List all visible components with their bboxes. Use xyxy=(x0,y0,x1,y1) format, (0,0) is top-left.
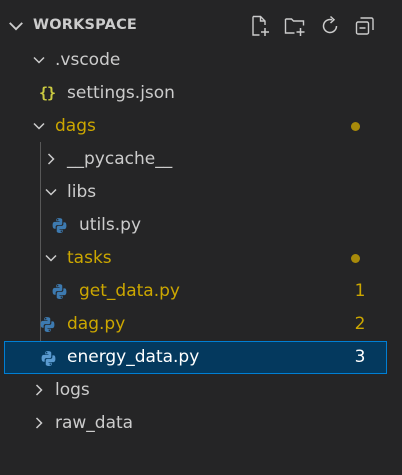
modified-indicator xyxy=(351,254,360,263)
tree-item-label: __pycache__ xyxy=(67,149,173,169)
tree-item-label: libs xyxy=(67,182,97,202)
tree-item-dags[interactable]: dags xyxy=(0,110,402,143)
chevron-right-icon xyxy=(35,384,43,396)
tree-item-label: tasks xyxy=(67,248,112,268)
tree-item-logs[interactable]: logs xyxy=(0,374,402,407)
collapse-all-icon[interactable] xyxy=(353,14,377,38)
workspace-title: WORKSPACE xyxy=(33,17,138,33)
chevron-right-icon xyxy=(35,417,43,429)
workspace-header[interactable]: WORKSPACE xyxy=(0,10,402,42)
chevron-down-icon[interactable] xyxy=(6,16,26,36)
chevron-down-icon xyxy=(33,122,45,130)
chevron-down-icon xyxy=(45,254,57,262)
tree-item-vscode[interactable]: .vscode xyxy=(0,44,402,77)
tree-item-libs[interactable]: libs xyxy=(0,176,402,209)
chevron-right-icon xyxy=(47,153,55,165)
tree-item-dag-py[interactable]: dag.py 2 xyxy=(0,308,402,341)
tree-item-label: dag.py xyxy=(67,314,126,334)
new-folder-icon[interactable] xyxy=(283,14,307,38)
problem-count-badge: 2 xyxy=(354,314,366,334)
tree-item-label: dags xyxy=(55,116,96,136)
chevron-down-icon xyxy=(33,56,45,64)
tree-item-label: raw_data xyxy=(55,413,134,433)
python-icon xyxy=(52,218,67,233)
python-icon xyxy=(52,284,67,299)
json-icon: {} xyxy=(39,84,56,102)
problem-count-badge: 1 xyxy=(354,281,366,301)
tree-item-utils-py[interactable]: utils.py xyxy=(0,209,402,242)
tree-item-label: .vscode xyxy=(55,50,121,70)
chevron-down-icon xyxy=(45,188,57,196)
new-file-icon[interactable] xyxy=(248,14,272,38)
tree-item-tasks[interactable]: tasks xyxy=(0,242,402,275)
modified-indicator xyxy=(351,122,360,131)
tree-item-label: energy_data.py xyxy=(67,347,200,367)
python-icon xyxy=(41,351,56,366)
refresh-icon[interactable] xyxy=(318,14,342,38)
explorer-panel: WORKSPACE .vscode {} settings.json dags … xyxy=(0,0,402,475)
problem-count-badge: 3 xyxy=(354,347,366,367)
tree-item-raw-data[interactable]: raw_data xyxy=(0,407,402,440)
python-icon xyxy=(40,317,55,332)
tree-item-label: utils.py xyxy=(79,215,141,235)
tree-item-energy-data-py[interactable]: energy_data.py 3 xyxy=(4,341,387,374)
tree-item-settings-json[interactable]: {} settings.json xyxy=(0,77,402,110)
tree-item-label: settings.json xyxy=(67,83,175,103)
tree-item-get-data-py[interactable]: get_data.py 1 xyxy=(0,275,402,308)
tree-item-pycache[interactable]: __pycache__ xyxy=(0,143,402,176)
tree-item-label: get_data.py xyxy=(79,281,180,301)
tree-item-label: logs xyxy=(55,380,90,400)
